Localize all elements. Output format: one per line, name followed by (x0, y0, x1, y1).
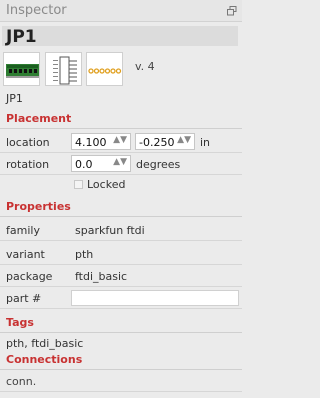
tags-heading: Tags (6, 316, 34, 329)
locked-checkbox[interactable] (74, 180, 83, 189)
location-y-spinbox[interactable]: -0.250 ▲▼ (135, 133, 195, 150)
inspector-titlebar: Inspector (0, 0, 242, 22)
package-label: package (6, 270, 53, 283)
part-version: v. 4 (135, 60, 155, 73)
property-row-package: package ftdi_basic (0, 265, 242, 287)
part-number-input[interactable] (71, 290, 239, 306)
tags-value: pth, ftdi_basic (6, 337, 84, 350)
connections-row: conn. (0, 370, 242, 392)
location-unit[interactable]: in (200, 136, 210, 149)
rotation-unit: degrees (136, 158, 181, 171)
connections-section-header[interactable]: Connections (0, 350, 242, 370)
rotation-value: 0.0 (75, 158, 93, 171)
tags-section-header[interactable]: Tags (0, 313, 242, 333)
spin-arrows-icon[interactable]: ▲▼ (177, 135, 191, 145)
connections-label: conn. (6, 375, 37, 388)
spin-arrows-icon[interactable]: ▲▼ (113, 157, 127, 167)
location-x-value: 4.100 (75, 136, 107, 149)
variant-value[interactable]: pth (75, 248, 93, 261)
property-row-variant: variant pth (0, 243, 242, 265)
rotation-spinbox[interactable]: 0.0 ▲▼ (71, 155, 131, 172)
rotation-label: rotation (6, 158, 50, 171)
schematic-view-thumbnail[interactable] (45, 52, 82, 86)
float-window-icon[interactable] (227, 6, 237, 16)
panel-title: Inspector (6, 3, 67, 18)
part-title: JP1 (6, 27, 37, 47)
variant-label: variant (6, 248, 45, 261)
spin-arrows-icon[interactable]: ▲▼ (113, 135, 127, 145)
properties-section-header[interactable]: Properties (0, 197, 242, 217)
family-label: family (6, 224, 40, 237)
property-row-family: family sparkfun ftdi (0, 219, 242, 241)
breadboard-view-thumbnail[interactable] (3, 52, 40, 86)
property-row-part-number: part # (0, 287, 242, 309)
package-value[interactable]: ftdi_basic (75, 270, 127, 283)
location-x-spinbox[interactable]: 4.100 ▲▼ (71, 133, 131, 150)
location-y-value: -0.250 (139, 136, 175, 149)
rotation-row: rotation 0.0 ▲▼ degrees (0, 153, 242, 175)
part-number-label: part # (6, 292, 42, 305)
location-label: location (6, 136, 50, 149)
connections-heading: Connections (6, 353, 83, 366)
pcb-view-thumbnail[interactable] (86, 52, 123, 86)
part-title-background (2, 26, 238, 46)
locked-label[interactable]: Locked (87, 178, 125, 191)
placement-heading: Placement (6, 112, 72, 125)
properties-heading: Properties (6, 200, 71, 213)
location-row: location 4.100 ▲▼ -0.250 ▲▼ in (0, 131, 242, 153)
family-value[interactable]: sparkfun ftdi (75, 224, 145, 237)
placement-section-header[interactable]: Placement (0, 109, 242, 129)
part-label: JP1 (6, 92, 23, 105)
